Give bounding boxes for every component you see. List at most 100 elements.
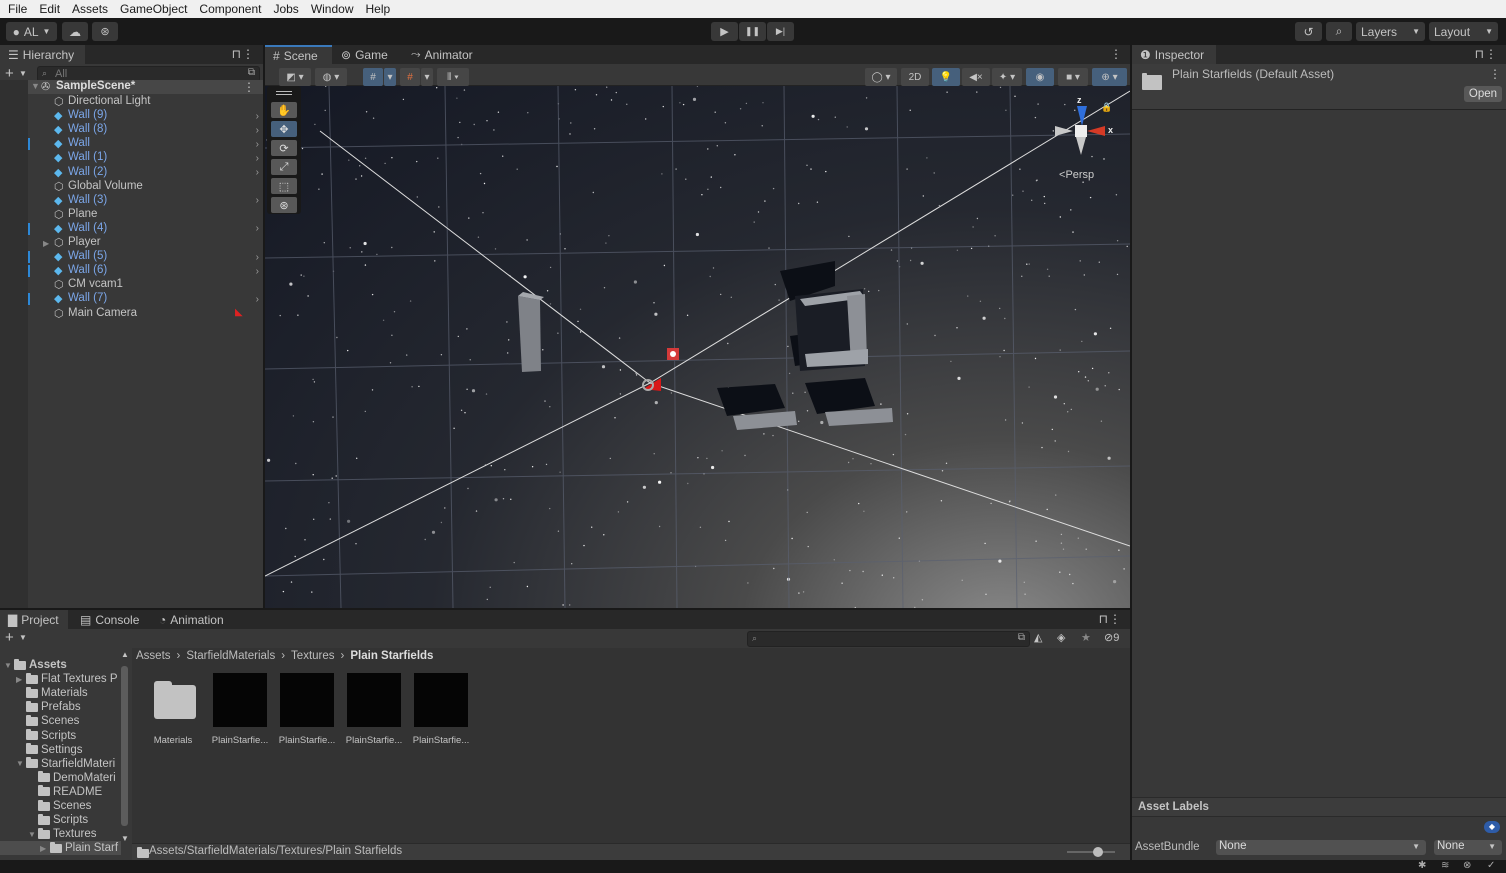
- filter-by-type-icon[interactable]: ◭: [1034, 631, 1042, 644]
- folder-tree-item[interactable]: ▼ StarfieldMateri: [0, 757, 121, 771]
- lock-icon[interactable]: ⊓: [1475, 47, 1484, 61]
- hierarchy-item[interactable]: ◆ Wall (3) ›: [0, 194, 263, 208]
- folder-tree-item[interactable]: Scenes: [0, 799, 121, 813]
- chevron-right-icon[interactable]: ›: [256, 153, 259, 164]
- tab-game[interactable]: ⊚ Game: [333, 45, 396, 64]
- expand-arrow-icon[interactable]: ▶: [40, 844, 50, 853]
- folder-tree-item[interactable]: README: [0, 785, 121, 799]
- more-menu-icon[interactable]: ⋮: [243, 80, 255, 94]
- tool-handle-rotation-dropdown[interactable]: ◍ ▾: [315, 68, 347, 86]
- menu-jobs[interactable]: Jobs: [267, 2, 304, 16]
- hierarchy-item[interactable]: ◆ Wall (2) ›: [0, 166, 263, 180]
- lock-icon[interactable]: ⊓: [1099, 612, 1108, 626]
- rect-tool[interactable]: ⬚: [271, 178, 297, 194]
- z-axis-cone[interactable]: [1077, 106, 1087, 126]
- asset-texture[interactable]: PlainStarfie...: [344, 673, 404, 746]
- lighting-toggle[interactable]: 💡: [932, 68, 960, 86]
- chevron-right-icon[interactable]: ›: [256, 294, 259, 305]
- add-button[interactable]: +: [5, 629, 14, 646]
- center-cube[interactable]: [1075, 125, 1087, 137]
- folder-tree-item[interactable]: ▶ Flat Textures P: [0, 672, 121, 686]
- gizmos-dropdown[interactable]: ⊕ ▾: [1092, 68, 1127, 86]
- tab-inspector[interactable]: ❶ Inspector: [1132, 45, 1216, 64]
- step-button[interactable]: ▶|: [767, 22, 794, 41]
- cache-icon[interactable]: ≋: [1441, 860, 1449, 871]
- debug-icon[interactable]: ✱: [1418, 860, 1426, 871]
- hierarchy-item[interactable]: ◆ Wall (8) ›: [0, 123, 263, 137]
- assetbundle-variant-dropdown[interactable]: None ▼: [1434, 840, 1502, 855]
- network-icon[interactable]: ⊗: [1463, 860, 1471, 871]
- hand-tool[interactable]: ✋: [271, 102, 297, 118]
- folder-tree-item[interactable]: ▶ Plain Starf: [0, 841, 121, 856]
- more-menu-icon[interactable]: ⋮: [1110, 47, 1122, 61]
- folder-tree-item[interactable]: Materials: [0, 686, 121, 700]
- hierarchy-item[interactable]: ⬡ CM vcam1: [0, 278, 263, 292]
- chevron-right-icon[interactable]: ›: [256, 266, 259, 277]
- asset-texture[interactable]: PlainStarfie...: [210, 673, 270, 746]
- layout-dropdown[interactable]: Layout ▼: [1429, 22, 1498, 41]
- drag-handle[interactable]: [276, 91, 292, 95]
- history-button[interactable]: ↺: [1295, 22, 1322, 41]
- y-axis-cone[interactable]: [1076, 137, 1086, 155]
- camera-dropdown[interactable]: ■ ▾: [1058, 68, 1088, 86]
- grid-snap-toggle[interactable]: #: [400, 68, 420, 86]
- menu-component[interactable]: Component: [193, 2, 267, 16]
- folder-tree-item[interactable]: ▼ Textures: [0, 827, 121, 841]
- folder-tree-item[interactable]: ▼ Assets: [0, 658, 121, 672]
- transform-tool[interactable]: ⊛: [271, 197, 297, 213]
- folder-tree-item[interactable]: Settings: [0, 743, 121, 757]
- expand-arrow-icon[interactable]: ▼: [31, 81, 40, 91]
- chevron-down-icon[interactable]: ▼: [19, 633, 27, 642]
- hierarchy-item[interactable]: ⬡ Plane: [0, 208, 263, 222]
- hierarchy-item[interactable]: ⬡ Main Camera ◣: [0, 307, 263, 321]
- asset-folder[interactable]: Materials: [143, 673, 203, 746]
- menu-file[interactable]: File: [2, 2, 33, 16]
- hierarchy-item[interactable]: ◆ Wall (5) ›: [0, 250, 263, 264]
- search-button[interactable]: ⌕: [1326, 22, 1352, 41]
- scene-viewport[interactable]: ✋ ✥ ⟳ ⤢ ⬚ ⊛ 🔒 z x <Persp: [265, 86, 1130, 608]
- chevron-right-icon[interactable]: ›: [256, 195, 259, 206]
- breadcrumb-item[interactable]: Assets: [136, 650, 171, 662]
- project-search-input[interactable]: ⌕ ⧉: [747, 631, 1030, 647]
- label-tag-button[interactable]: ◆: [1484, 821, 1500, 833]
- account-dropdown[interactable]: ● AL ▼: [6, 22, 57, 41]
- chevron-right-icon[interactable]: ›: [256, 223, 259, 234]
- cloud-button[interactable]: ☁: [62, 22, 88, 41]
- scroll-up-icon[interactable]: ▲: [121, 650, 129, 659]
- hierarchy-item[interactable]: ⬡ Global Volume: [0, 180, 263, 194]
- grid-dropdown[interactable]: ▾: [384, 68, 396, 86]
- hierarchy-item[interactable]: ◆ Wall (9) ›: [0, 109, 263, 123]
- assetbundle-dropdown[interactable]: None ▼: [1216, 840, 1426, 855]
- menu-gameobject[interactable]: GameObject: [114, 2, 193, 16]
- chevron-right-icon[interactable]: ›: [256, 111, 259, 122]
- folder-tree-item[interactable]: DemoMateri: [0, 771, 121, 785]
- folder-tree-item[interactable]: Scripts: [0, 729, 121, 743]
- draw-mode-dropdown[interactable]: ◯ ▾: [865, 68, 897, 86]
- projection-toggle[interactable]: <Persp: [1059, 169, 1094, 181]
- open-button[interactable]: Open: [1464, 86, 1502, 102]
- chevron-right-icon[interactable]: ›: [256, 252, 259, 263]
- expand-arrow-icon[interactable]: ▶: [16, 675, 26, 684]
- expand-arrow-icon[interactable]: ▶: [43, 239, 49, 248]
- chevron-right-icon[interactable]: ›: [256, 139, 259, 150]
- increment-snap-dropdown[interactable]: ⫴ ▾: [437, 68, 469, 86]
- collab-button[interactable]: ⊛: [92, 22, 118, 41]
- grid-visibility-toggle[interactable]: #: [363, 68, 383, 86]
- chevron-right-icon[interactable]: ›: [256, 125, 259, 136]
- asset-texture[interactable]: PlainStarfie...: [411, 673, 471, 746]
- audio-toggle[interactable]: ◀×: [962, 68, 990, 86]
- more-menu-icon[interactable]: ⋮: [242, 47, 254, 61]
- hierarchy-item[interactable]: ◆ Wall (4) ›: [0, 222, 263, 236]
- hierarchy-item[interactable]: ⬡ Directional Light: [0, 95, 263, 109]
- tab-hierarchy[interactable]: ☰ Hierarchy: [0, 45, 85, 64]
- menu-assets[interactable]: Assets: [66, 2, 114, 16]
- folder-tree-item[interactable]: Prefabs: [0, 700, 121, 714]
- tool-handle-position-dropdown[interactable]: ◩ ▾: [279, 68, 311, 86]
- tab-scene[interactable]: # Scene: [265, 45, 332, 64]
- move-tool[interactable]: ✥: [271, 121, 297, 137]
- folder-tree-item[interactable]: Scenes: [0, 714, 121, 728]
- more-menu-icon[interactable]: ⋮: [1485, 47, 1497, 61]
- hierarchy-item[interactable]: ▶ ⬡ Player: [0, 236, 263, 250]
- hierarchy-item[interactable]: ◆ Wall ›: [0, 137, 263, 151]
- snap-dropdown[interactable]: ▾: [421, 68, 433, 86]
